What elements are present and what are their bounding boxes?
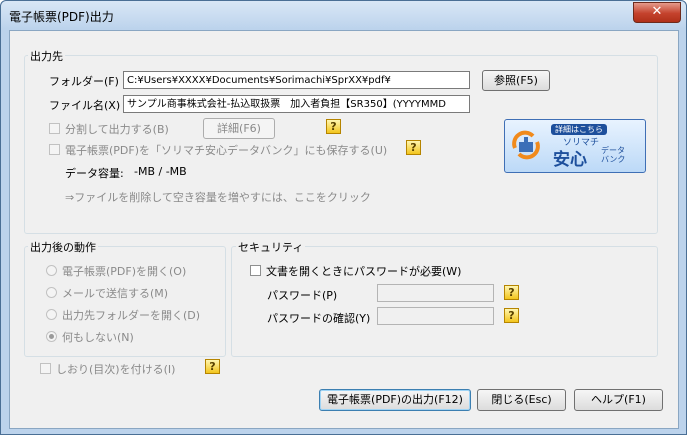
folder-label: フォルダー(F)	[49, 75, 119, 88]
password-confirm-label: パスワードの確認(Y)	[267, 312, 371, 325]
save-data-bank-checkbox[interactable]	[49, 144, 60, 155]
title-bar[interactable]: 電子帳票(PDF)出力 ✕	[1, 1, 686, 29]
window-title: 電子帳票(PDF)出力	[9, 10, 114, 24]
open-pdf-label: 電子帳票(PDF)を開く(O)	[62, 265, 187, 278]
close-window-button[interactable]: ✕	[633, 2, 681, 23]
dialog-window: 電子帳票(PDF)出力 ✕ 出力先 フォルダー(F) C:¥Users¥XXXX…	[0, 0, 687, 435]
data-bank-logo-icon	[512, 130, 540, 160]
after-output-group-label: 出力後の動作	[28, 239, 98, 255]
send-mail-radio[interactable]	[46, 287, 57, 298]
help-button[interactable]: ヘルプ(F1)	[574, 389, 663, 411]
filename-field[interactable]: サンプル商事株式会社-払込取扱票 加入者負担【SR350】(YYYYMMD	[123, 95, 470, 113]
dialog-client-area: 出力先 フォルダー(F) C:¥Users¥XXXX¥Documents¥Sor…	[9, 30, 679, 429]
data-bank-help-icon[interactable]: ?	[406, 140, 421, 155]
password-confirm-help-icon[interactable]: ?	[504, 308, 519, 323]
banner-data-bank-text: データ バンク	[601, 146, 625, 164]
close-button[interactable]: 閉じる(Esc)	[477, 389, 566, 411]
banner-anshin-text: 安心	[553, 150, 587, 170]
data-capacity-value: -MB / -MB	[134, 165, 187, 178]
browse-button[interactable]: 参照(F5)	[482, 70, 550, 91]
save-data-bank-label: 電子帳票(PDF)を「ソリマチ安心データバンク」にも保存する(U)	[65, 144, 388, 157]
open-folder-radio[interactable]	[46, 309, 57, 320]
split-output-checkbox[interactable]	[49, 123, 60, 134]
detail-button[interactable]: 詳細(F6)	[203, 118, 275, 139]
do-nothing-radio[interactable]	[46, 331, 57, 342]
filename-label: ファイル名(X)	[49, 99, 121, 112]
password-required-checkbox[interactable]	[250, 265, 261, 276]
delete-files-link[interactable]: ⇒ファイルを削除して空き容量を増やすには、ここをクリック	[65, 189, 371, 205]
output-destination-group-label: 出力先	[28, 48, 65, 64]
send-mail-label: メールで送信する(M)	[62, 287, 169, 300]
bookmark-label: しおり(目次)を付ける(I)	[56, 363, 176, 376]
banner-badge: 詳細はこちら	[551, 124, 607, 135]
do-nothing-label: 何もしない(N)	[62, 331, 134, 344]
data-bank-banner[interactable]: 詳細はこちら ソリマチ 安心 データ バンク	[504, 119, 646, 173]
password-label: パスワード(P)	[267, 289, 338, 302]
password-field[interactable]	[377, 284, 494, 302]
data-capacity-label: データ容量:	[65, 167, 124, 180]
open-folder-label: 出力先フォルダーを開く(D)	[62, 309, 201, 322]
open-pdf-radio[interactable]	[46, 265, 57, 276]
password-required-label: 文書を開くときにパスワードが必要(W)	[266, 265, 462, 278]
security-group-label: セキュリティ	[236, 239, 306, 255]
bookmark-help-icon[interactable]: ?	[205, 359, 220, 374]
bookmark-checkbox[interactable]	[40, 363, 51, 374]
banner-data-text: データ	[601, 146, 625, 155]
folder-path-field[interactable]: C:¥Users¥XXXX¥Documents¥Sorimachi¥SprXX¥…	[123, 71, 470, 89]
banner-bank-text: バンク	[601, 155, 626, 164]
split-help-icon[interactable]: ?	[326, 119, 341, 134]
password-help-icon[interactable]: ?	[504, 285, 519, 300]
password-confirm-field[interactable]	[377, 307, 494, 325]
split-output-label: 分割して出力する(B)	[65, 123, 169, 136]
output-pdf-button[interactable]: 電子帳票(PDF)の出力(F12)	[319, 389, 471, 411]
